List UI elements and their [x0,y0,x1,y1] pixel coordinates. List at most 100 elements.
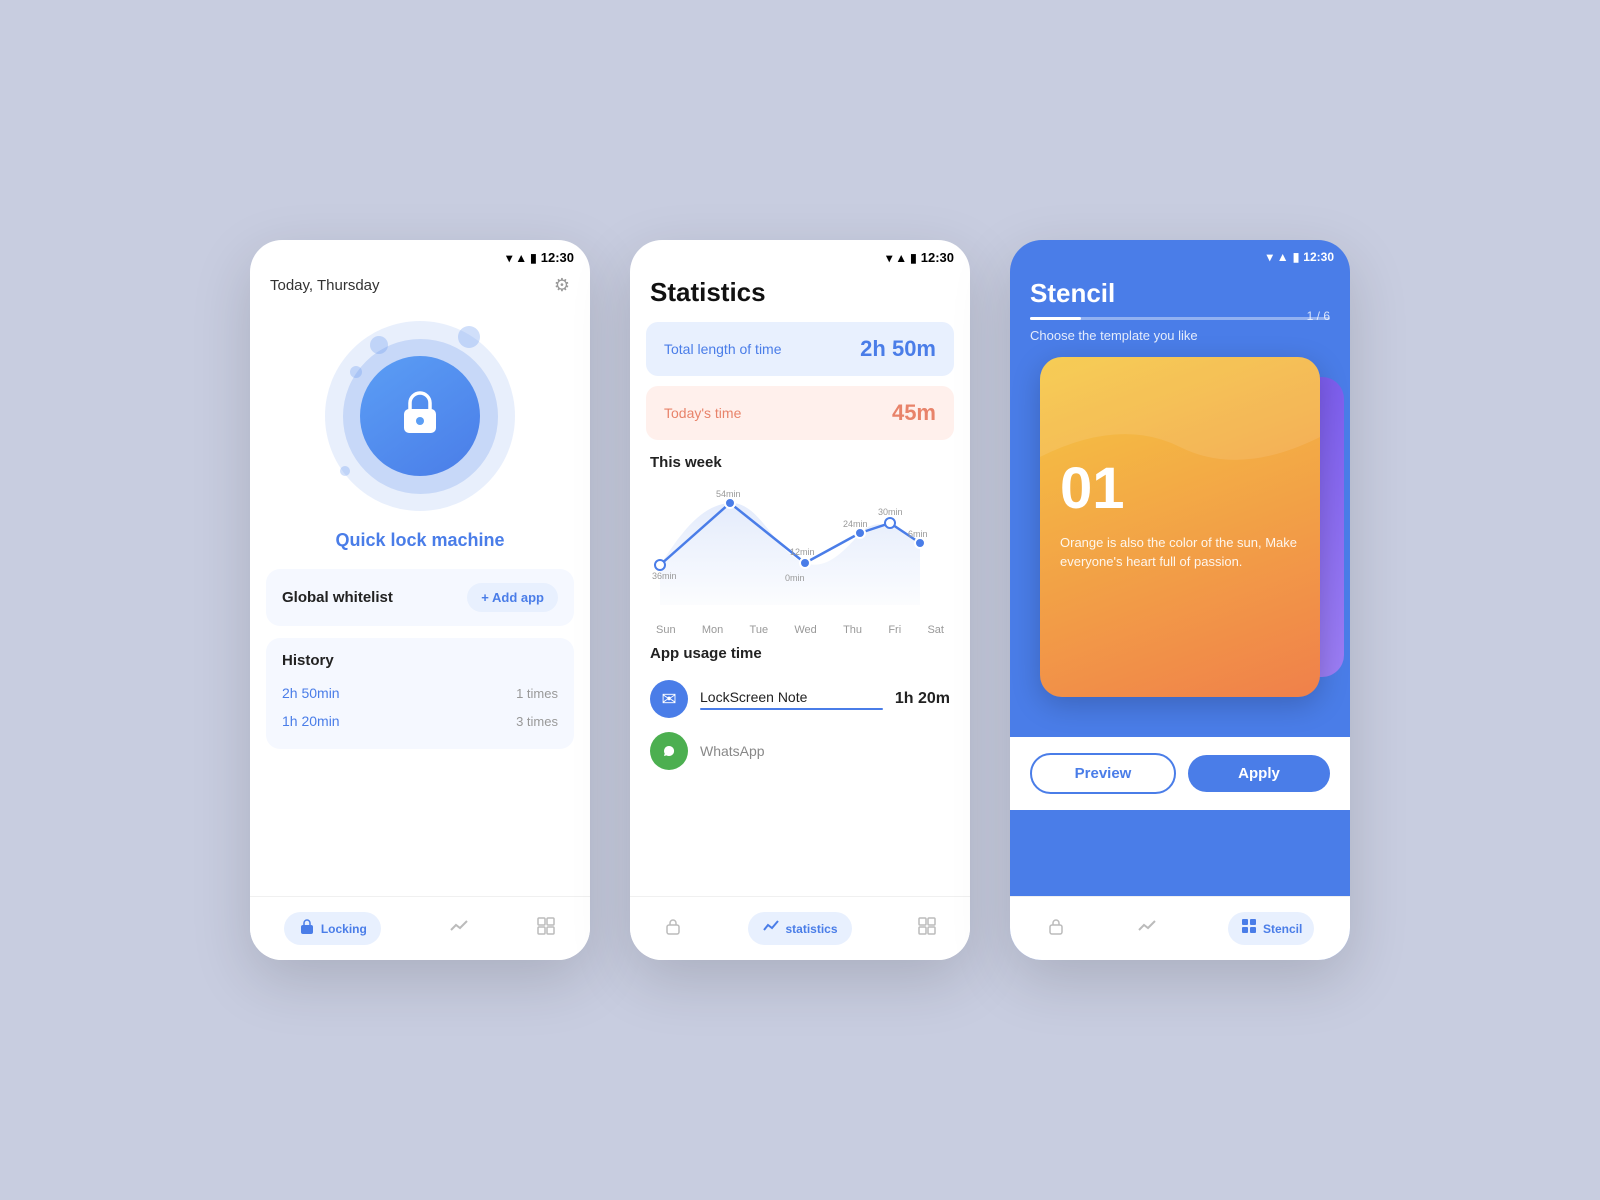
time-display-1: 12:30 [541,250,574,265]
svg-text:0min: 0min [785,573,805,583]
history-count-1: 1 times [516,686,558,701]
chart-nav-icon-3 [1137,916,1157,941]
day-tue: Tue [750,624,769,636]
signal-icon-2: ▲ [895,251,907,265]
nav-stats-1[interactable] [449,916,469,941]
whitelist-card: Global whitelist + Add app [266,569,574,626]
chart-container: 36min 54min 12min 0min 24min 30min 6min … [646,475,954,635]
status-icons-1: ▾ ▲ ▮ [506,251,537,265]
bottom-nav-2: statistics [630,896,970,960]
lock-nav-icon [298,917,316,940]
stencil-pagination: 1 / 6 [1307,309,1330,323]
stencil-actions: Preview Apply [1010,737,1350,810]
history-row-1: 2h 50min 1 times [282,679,558,707]
signal-icon: ▲ [515,251,527,265]
day-sat: Sat [927,624,944,636]
history-time-1: 2h 50min [282,685,340,701]
lock-circles [320,316,520,516]
today-time-value: 45m [892,400,936,426]
stencil-title: Stencil [1030,278,1330,309]
today-time-card: Today's time 45m [646,386,954,440]
settings-icon[interactable]: ⚙ [554,275,570,296]
battery-icon-3: ▮ [1293,250,1300,264]
stencil-subtitle: Choose the template you like [1030,328,1330,343]
weekly-chart: 36min 54min 12min 0min 24min 30min 6min [646,475,954,615]
lockscreen-app-icon: ✉ [650,680,688,718]
stencil-card-main[interactable]: 01 Orange is also the color of the sun, … [1040,357,1320,697]
deco-circle-2 [350,366,362,378]
total-time-label: Total length of time [664,341,782,357]
deco-circle-4 [340,466,350,476]
deco-circle-1 [370,336,388,354]
apply-button[interactable]: Apply [1188,755,1330,792]
day-fri: Fri [888,624,901,636]
preview-button[interactable]: Preview [1030,753,1176,794]
day-mon: Mon [702,624,723,636]
nav-locking[interactable]: Locking [284,912,381,945]
status-bar-1: ▾ ▲ ▮ 12:30 [250,240,590,269]
lock-illustration [250,306,590,522]
card-wave-svg [1040,357,1320,477]
grid-nav-icon-active-3 [1240,917,1258,940]
total-time-value: 2h 50m [860,336,936,362]
wifi-icon-3: ▾ [1267,250,1273,264]
quick-lock-label: Quick lock machine [250,522,590,569]
battery-icon-2: ▮ [910,251,917,265]
stencil-progress-bar: 1 / 6 [1030,317,1330,320]
status-bar-3: ▾ ▲ ▮ 12:30 [1010,240,1350,268]
svg-text:30min: 30min [878,507,903,517]
nav-locking-label: Locking [321,922,367,936]
app-row-whatsapp: WhatsApp [630,728,970,774]
phone-locking: ▾ ▲ ▮ 12:30 Today, Thursday ⚙ [250,240,590,960]
app-usage-title: App usage time [630,635,970,670]
svg-text:54min: 54min [716,489,741,499]
battery-icon: ▮ [530,251,537,265]
status-icons-2: ▾ ▲ ▮ [886,251,917,265]
chart-nav-icon-1 [449,916,469,941]
day-sun: Sun [656,624,676,636]
bottom-nav-3: Stencil [1010,896,1350,960]
lockscreen-app-time: 1h 20m [895,690,950,708]
signal-icon-3: ▲ [1277,250,1289,264]
nav-stencil-3[interactable]: Stencil [1228,912,1314,945]
svg-text:36min: 36min [652,571,677,581]
whatsapp-app-info: WhatsApp [700,743,950,759]
nav-stencil-label: Stencil [1263,922,1302,936]
whatsapp-app-icon [650,732,688,770]
history-count-2: 3 times [516,714,558,729]
nav-lock-3[interactable] [1046,916,1066,941]
bottom-nav-1: Locking [250,896,590,960]
time-display-3: 12:30 [1303,250,1334,264]
phone-stencil: ▾ ▲ ▮ 12:30 Stencil 1 / 6 Choose the tem… [1010,240,1350,960]
chart-nav-icon-active [762,917,780,940]
time-display-2: 12:30 [921,250,954,265]
status-bar-2: ▾ ▲ ▮ 12:30 [630,240,970,269]
svg-text:24min: 24min [843,519,868,529]
phone1-header: Today, Thursday ⚙ [250,269,590,306]
nav-grid-1[interactable] [536,916,556,941]
deco-circle-3 [458,326,480,348]
today-time-label: Today's time [664,405,741,421]
statistics-title: Statistics [630,269,970,322]
nav-statistics-2[interactable]: statistics [748,912,851,945]
svg-text:12min: 12min [790,547,815,557]
nav-statistics-label: statistics [785,922,837,936]
nav-lock-2[interactable] [663,916,683,941]
svg-text:6min: 6min [908,529,928,539]
history-title: History [282,652,558,669]
nav-grid-2[interactable] [917,916,937,941]
this-week-title: This week [630,454,970,475]
lockscreen-app-info: LockScreen Note [700,689,883,710]
stencil-card-description: Orange is also the color of the sun, Mak… [1060,533,1300,572]
lock-icon [394,385,446,448]
nav-stats-3[interactable] [1137,916,1157,941]
chart-days: Sun Mon Tue Wed Thu Fri Sat [646,620,954,636]
add-app-button[interactable]: + Add app [467,583,558,612]
grid-nav-icon-1 [536,916,556,941]
total-time-card: Total length of time 2h 50m [646,322,954,376]
history-row-2: 1h 20min 3 times [282,707,558,735]
wifi-icon-2: ▾ [886,251,892,265]
day-wed: Wed [794,624,816,636]
lock-nav-icon-3 [1046,916,1066,941]
whitelist-label: Global whitelist [282,589,393,606]
